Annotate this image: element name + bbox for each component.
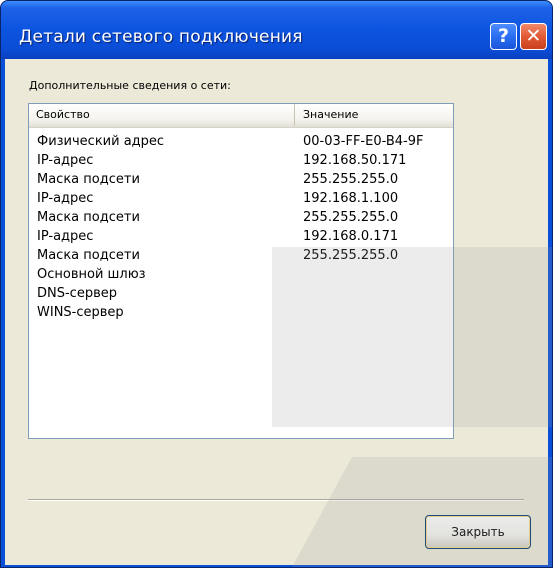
network-details-list[interactable]: Свойство Значение Физический адрес 00-03… [28, 103, 454, 439]
list-row[interactable]: WINS-сервер [29, 303, 453, 322]
row-property: DNS-сервер [37, 286, 117, 301]
row-value: 192.168.0.171 [303, 229, 399, 244]
question-icon: ? [497, 25, 510, 47]
additional-info-label: Дополнительные сведения о сети: [29, 79, 231, 92]
title-bar[interactable]: Детали сетевого подключения ? ✕ [1, 1, 552, 59]
window-title: Детали сетевого подключения [19, 27, 303, 47]
row-value: 192.168.50.171 [303, 153, 407, 168]
list-row[interactable]: IP-адрес 192.168.50.171 [29, 151, 453, 170]
titlebar-close-button[interactable]: ✕ [520, 23, 547, 50]
dialog-window: Детали сетевого подключения ? ✕ Дополнит… [0, 0, 553, 568]
row-property: IP-адрес [37, 191, 94, 206]
dialog-body: Дополнительные сведения о сети: Свойство… [5, 59, 548, 565]
list-row[interactable]: Маска подсети 255.255.255.0 [29, 208, 453, 227]
row-property: Маска подсети [37, 172, 140, 187]
column-header-value[interactable]: Значение [296, 104, 453, 126]
row-value: 00-03-FF-E0-B4-9F [303, 134, 424, 149]
close-icon: ✕ [525, 25, 542, 47]
list-header: Свойство Значение [29, 104, 453, 128]
row-property: Маска подсети [37, 210, 140, 225]
row-property: IP-адрес [37, 153, 94, 168]
row-value: 255.255.255.0 [303, 210, 399, 225]
row-property: Маска подсети [37, 248, 140, 263]
list-row[interactable]: Основной шлюз [29, 265, 453, 284]
row-property: Физический адрес [37, 134, 165, 149]
divider [28, 499, 524, 501]
row-value: 192.168.1.100 [303, 191, 399, 206]
list-row[interactable]: IP-адрес 192.168.0.171 [29, 227, 453, 246]
help-button[interactable]: ? [490, 23, 517, 50]
list-row[interactable]: Маска подсети 255.255.255.0 [29, 246, 453, 265]
row-property: WINS-сервер [37, 305, 124, 320]
list-row[interactable]: Маска подсети 255.255.255.0 [29, 170, 453, 189]
column-header-property[interactable]: Свойство [29, 104, 295, 126]
list-row[interactable]: DNS-сервер [29, 284, 453, 303]
list-rows: Физический адрес 00-03-FF-E0-B4-9F IP-ад… [29, 132, 453, 322]
row-value: 255.255.255.0 [303, 248, 399, 263]
list-row[interactable]: IP-адрес 192.168.1.100 [29, 189, 453, 208]
row-property: IP-адрес [37, 229, 94, 244]
row-property: Основной шлюз [37, 267, 146, 282]
list-row[interactable]: Физический адрес 00-03-FF-E0-B4-9F [29, 132, 453, 151]
close-button[interactable]: Закрыть [425, 515, 531, 549]
row-value: 255.255.255.0 [303, 172, 399, 187]
